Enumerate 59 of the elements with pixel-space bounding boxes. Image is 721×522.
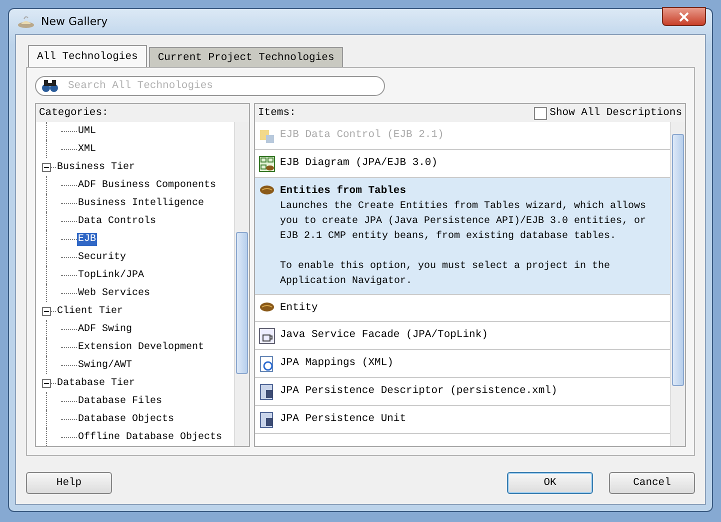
- tree-item[interactable]: UML: [77, 124, 98, 138]
- gallery-item[interactable]: Java Service Facade (JPA/TopLink): [255, 322, 670, 350]
- tree-item[interactable]: ADF Business Components: [77, 178, 218, 192]
- collapse-icon[interactable]: [42, 162, 51, 172]
- diagram-icon: [259, 156, 275, 172]
- item-label: Entities from Tables: [280, 184, 408, 199]
- dialog-button[interactable]: OK: [507, 472, 593, 494]
- search-field[interactable]: Search All Technologies: [35, 76, 385, 96]
- item-label: JPA Persistence Unit: [280, 412, 406, 427]
- tree-item[interactable]: Data Controls: [77, 214, 158, 228]
- bean-icon: [259, 301, 275, 313]
- dialog-button[interactable]: Cancel: [609, 472, 695, 494]
- gallery-item[interactable]: Entity: [255, 295, 670, 322]
- window-title: New Gallery: [41, 15, 108, 28]
- scrollbar[interactable]: [670, 122, 685, 446]
- checkbox[interactable]: [534, 106, 547, 120]
- items-label: Items:: [258, 107, 296, 119]
- item-label: Entity: [280, 301, 318, 316]
- tree-item[interactable]: Business Intelligence: [77, 196, 206, 210]
- help-button[interactable]: Help: [26, 472, 112, 494]
- gallery-item[interactable]: JPA Persistence Unit: [255, 406, 670, 434]
- tree-item[interactable]: Database Tier: [56, 376, 136, 390]
- coffee-cup-icon: [259, 328, 275, 344]
- gallery-item[interactable]: JPA Mappings (XML): [255, 350, 670, 378]
- tab[interactable]: All Technologies: [28, 45, 147, 67]
- item-label: JPA Persistence Descriptor (persistence.xml): [280, 384, 558, 399]
- collapse-icon[interactable]: [42, 306, 51, 316]
- item-description: To enable this option, you must select a project in the Application Navigator.: [280, 260, 612, 289]
- close-icon: [679, 12, 689, 22]
- tree-item[interactable]: Client Tier: [56, 304, 124, 318]
- checkbox-label[interactable]: Show All Descriptions: [550, 107, 682, 119]
- scrollbar[interactable]: [234, 122, 249, 446]
- tree-item[interactable]: Database Objects: [77, 412, 176, 426]
- tree-item[interactable]: Web Services: [77, 286, 152, 300]
- gallery-item[interactable]: [255, 178, 670, 295]
- tree-item[interactable]: EJB: [77, 232, 98, 246]
- close-button[interactable]: [662, 7, 706, 26]
- bean-icon: [259, 184, 275, 196]
- tree-item[interactable]: Offline Database Objects: [77, 430, 224, 444]
- item-label: Java Service Facade (JPA/TopLink): [280, 328, 488, 343]
- tree-item[interactable]: XML: [77, 142, 98, 156]
- tree-item[interactable]: Swing/AWT: [77, 358, 134, 372]
- categories-label: Categories:: [38, 106, 110, 121]
- item-label: JPA Mappings (XML): [280, 356, 394, 371]
- database-document-icon: [259, 412, 275, 428]
- tree-item[interactable]: Extension Development: [77, 340, 206, 354]
- tree-item[interactable]: Business Tier: [56, 160, 136, 174]
- tree-item[interactable]: TopLink/JPA: [77, 268, 146, 282]
- item-description: Launches the Create Entities from Tables wizard, which allows you to create JPA (Java Persistence API)/EJB 3.0 entities, or EJB 2.1 CMP entity beans, from existing database tables.: [280, 200, 648, 244]
- tree-item[interactable]: ADF Swing: [77, 322, 134, 336]
- item-label: EJB Data Control (EJB 2.1): [280, 128, 444, 143]
- tree-item[interactable]: Security: [77, 250, 128, 264]
- document-icon: [259, 356, 275, 372]
- gallery-item[interactable]: JPA Persistence Descriptor (persistence.xml): [255, 378, 670, 406]
- item-label: EJB Diagram (JPA/EJB 3.0): [280, 156, 438, 171]
- tree-item[interactable]: Database Files: [77, 394, 164, 408]
- tab[interactable]: Current Project Technologies: [148, 47, 344, 67]
- database-document-icon: [259, 384, 275, 400]
- collapse-icon[interactable]: [42, 378, 51, 388]
